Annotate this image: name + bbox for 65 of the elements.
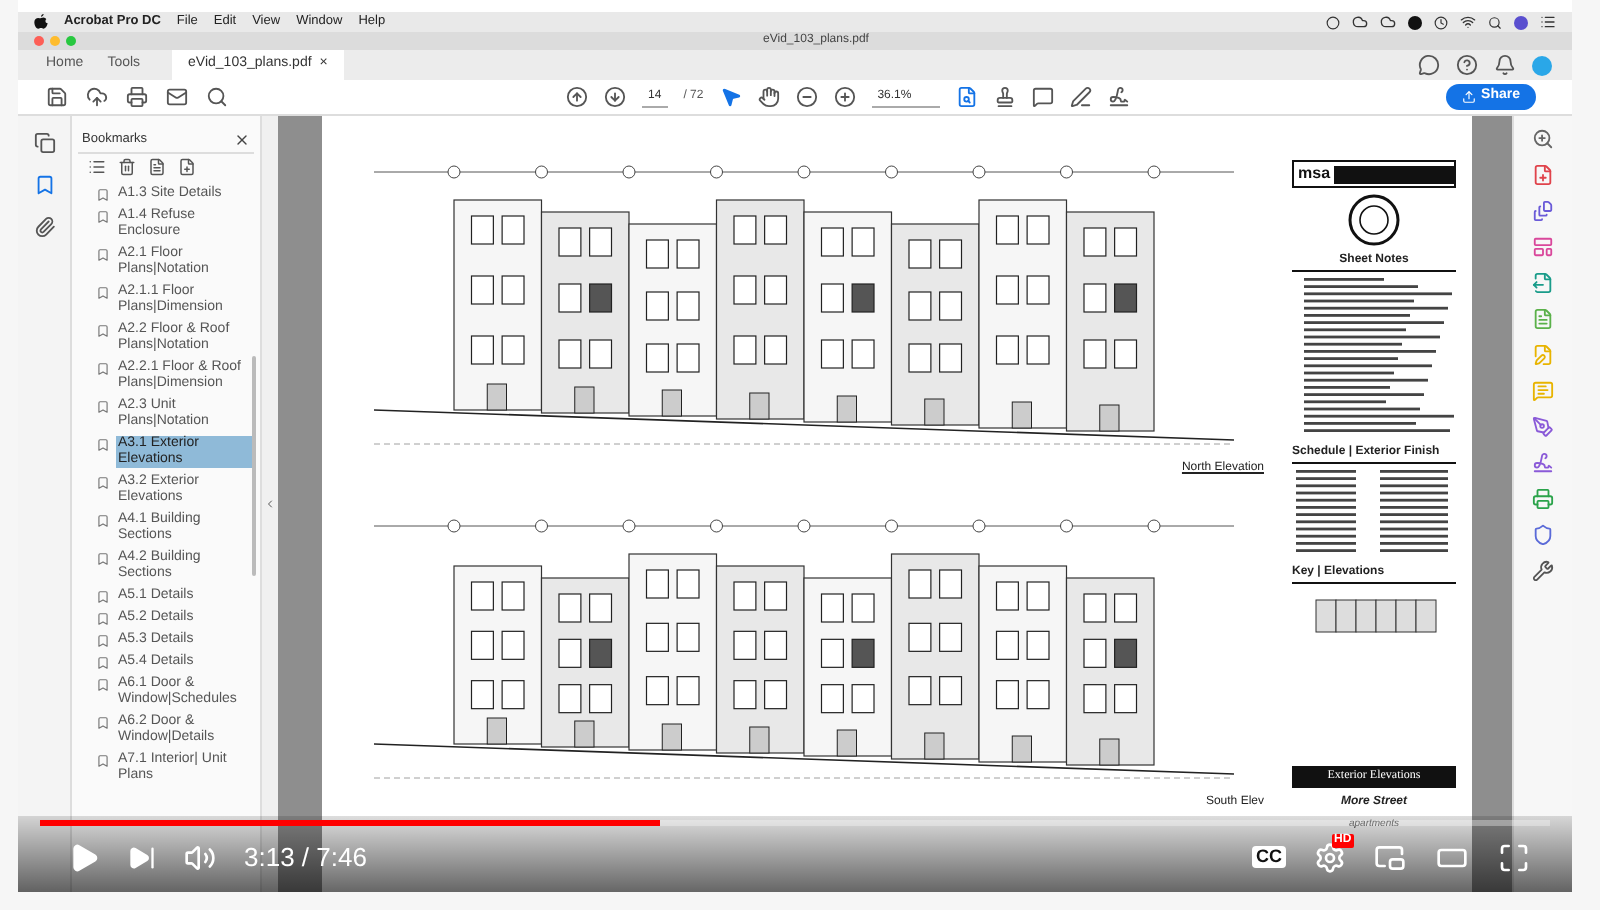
bookmark-icon: [96, 361, 110, 375]
paperclip-icon[interactable]: [33, 216, 55, 238]
firm-logo: msa: [1296, 162, 1333, 186]
progress-track[interactable]: [40, 820, 1550, 826]
file-plus-icon[interactable]: [1532, 164, 1554, 186]
add-bookmark-icon[interactable]: [178, 158, 196, 176]
trash-icon[interactable]: [118, 158, 136, 176]
stamp-icon[interactable]: [993, 86, 1016, 108]
wifi-icon[interactable]: [1460, 14, 1476, 30]
search-icon[interactable]: [1488, 15, 1502, 29]
select-cursor-icon[interactable]: [719, 86, 742, 108]
comment-icon[interactable]: [1031, 86, 1054, 108]
settings-icon[interactable]: [1314, 841, 1346, 873]
options-icon[interactable]: [88, 158, 106, 176]
miniplayer-icon[interactable]: [1374, 841, 1406, 873]
bookmark-icon: [96, 475, 110, 489]
fullscreen-icon[interactable]: [1498, 841, 1530, 873]
mail-icon[interactable]: [166, 86, 188, 108]
file-stack-icon[interactable]: [1532, 200, 1554, 222]
signature-icon[interactable]: [1532, 452, 1554, 474]
clock-icon[interactable]: [1434, 15, 1448, 29]
shield-icon[interactable]: [1532, 524, 1554, 546]
bookmark-icon: [96, 323, 110, 337]
volume-icon[interactable]: [184, 841, 216, 873]
previous-page-icon[interactable]: [566, 86, 588, 108]
zoom-out-icon[interactable]: [795, 86, 818, 108]
close-icon[interactable]: [234, 131, 250, 147]
bookmark-icon: [96, 715, 110, 729]
captions-button[interactable]: CC: [1252, 846, 1286, 868]
next-page-icon[interactable]: [604, 86, 626, 108]
hand-icon[interactable]: [757, 86, 780, 108]
search-icon[interactable]: [206, 86, 228, 108]
layout-icon[interactable]: [1532, 236, 1554, 258]
print-icon[interactable]: [126, 86, 148, 108]
bookmark-icon: [96, 285, 110, 299]
pen-icon[interactable]: [1532, 416, 1554, 438]
share-icon: [1461, 90, 1476, 104]
record-icon[interactable]: [1326, 15, 1340, 29]
bookmark-icon: [96, 437, 110, 451]
bookmark-icon: [96, 551, 110, 565]
seal-icon: [1348, 194, 1400, 246]
save-icon[interactable]: [46, 86, 68, 108]
signature-icon[interactable]: [1107, 86, 1130, 108]
comment-icon[interactable]: [1418, 54, 1440, 76]
help-icon[interactable]: [1456, 54, 1478, 76]
page-view-icon[interactable]: [955, 86, 978, 108]
zoom-in-icon[interactable]: [1532, 128, 1554, 150]
next-icon[interactable]: [128, 843, 156, 871]
bell-icon[interactable]: [1494, 54, 1516, 76]
bookmark-icon: [96, 399, 110, 413]
pages-icon[interactable]: [33, 132, 55, 154]
scrollbar-thumb[interactable]: [252, 356, 256, 576]
zoom-in-icon[interactable]: [833, 86, 856, 108]
bookmark-icon: [96, 247, 110, 261]
bookmark-icon: [96, 513, 110, 527]
menu-icon[interactable]: [1540, 14, 1556, 30]
export-file-icon[interactable]: [1532, 272, 1554, 294]
new-bookmark-icon[interactable]: [148, 158, 166, 176]
bookmark-icon[interactable]: [33, 174, 55, 196]
bookmark-icon: [96, 753, 110, 767]
pen-icon[interactable]: [1069, 86, 1092, 108]
wrench-icon[interactable]: [1532, 560, 1554, 582]
apple-icon[interactable]: [34, 14, 48, 30]
play-icon[interactable]: [68, 841, 100, 873]
upload-icon[interactable]: [86, 86, 108, 108]
